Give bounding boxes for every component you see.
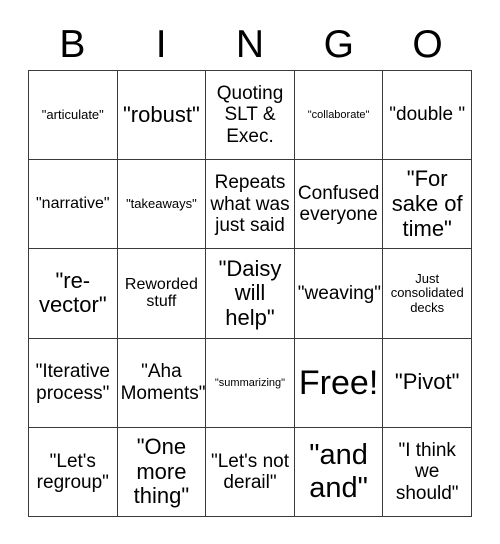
bingo-cell-text: Free!: [298, 363, 379, 402]
bingo-cell-text: Quoting SLT & Exec.: [216, 83, 284, 147]
bingo-cell-text: "Let's regroup": [36, 450, 109, 493]
bingo-cell-text: Confused everyone: [297, 183, 380, 226]
bingo-cell-text: "Let's not derail": [211, 450, 289, 493]
bingo-cell-text: "Aha Moments": [120, 361, 206, 404]
bingo-grid: "articulate" "robust" Quoting SLT & Exec. "…: [28, 70, 472, 517]
bingo-cell-r2c2[interactable]: "takeaways": [117, 160, 207, 250]
bingo-cell-text: Just consolidated decks: [390, 270, 464, 315]
bingo-cell-r4c5[interactable]: "Pivot": [383, 338, 472, 428]
bingo-cell-text: "For sake of time": [391, 166, 463, 241]
bingo-header: B I N G O: [28, 18, 472, 70]
bingo-cell-text: "re-vector": [38, 267, 107, 318]
bingo-cell-r1c5[interactable]: "double ": [383, 71, 472, 161]
bingo-cell-text: "I think we should": [395, 439, 459, 504]
bingo-cell-r4c3[interactable]: "summarizing": [206, 338, 295, 428]
bingo-cell-r3c2[interactable]: Reworded stuff: [117, 249, 207, 339]
bingo-cell-r2c4[interactable]: Confused everyone: [294, 160, 384, 250]
bingo-cell-r1c2[interactable]: "robust": [117, 71, 207, 161]
bingo-header-letter-b: B: [59, 22, 86, 66]
bingo-header-letter-i: I: [155, 22, 167, 66]
bingo-cell-r4c2[interactable]: "Aha Moments": [117, 338, 207, 428]
bingo-cell-r3c5[interactable]: Just consolidated decks: [383, 249, 472, 339]
bingo-cell-r2c5[interactable]: "For sake of time": [383, 160, 472, 250]
bingo-header-letter-n: N: [235, 22, 265, 66]
bingo-cell-r1c1[interactable]: "articulate": [29, 71, 118, 161]
bingo-cell-text: "robust": [123, 101, 200, 127]
bingo-cell-r3c3[interactable]: "Daisy will help": [206, 249, 295, 339]
bingo-cell-r4c4[interactable]: Free!: [294, 338, 384, 428]
bingo-cell-text: "double ": [389, 104, 466, 126]
bingo-cell-r5c1[interactable]: "Let's regroup": [29, 427, 118, 517]
bingo-cell-r1c3[interactable]: Quoting SLT & Exec.: [206, 71, 295, 161]
bingo-header-letter-o: O: [412, 22, 443, 66]
bingo-cell-r5c5[interactable]: "I think we should": [383, 427, 472, 517]
bingo-cell-r5c4[interactable]: "and and": [294, 427, 384, 517]
bingo-cell-text: "Iterative process": [35, 361, 110, 404]
bingo-cell-text: "narrative": [35, 195, 110, 213]
bingo-cell-text: "Pivot": [394, 369, 460, 395]
bingo-cell-r2c3[interactable]: Repeats what was just said: [206, 160, 295, 250]
bingo-cell-r5c3[interactable]: "Let's not derail": [206, 427, 295, 517]
bingo-cell-text: "One more thing": [133, 433, 190, 509]
bingo-cell-text: "summarizing": [214, 376, 286, 389]
bingo-cell-r3c1[interactable]: "re-vector": [29, 249, 118, 339]
bingo-cell-text: "weaving": [297, 282, 381, 304]
bingo-cell-r5c2[interactable]: "One more thing": [117, 427, 207, 517]
bingo-cell-text: "articulate": [41, 106, 104, 122]
bingo-cell-text: Reworded stuff: [124, 275, 198, 311]
bingo-cell-text: "collaborate": [307, 108, 370, 121]
bingo-cell-text: Repeats what was just said: [210, 172, 290, 236]
bingo-header-letter-g: G: [323, 22, 354, 66]
bingo-cell-text: "Daisy will help": [218, 255, 282, 330]
bingo-cell-r4c1[interactable]: "Iterative process": [29, 338, 118, 428]
bingo-cell-r1c4[interactable]: "collaborate": [294, 71, 384, 161]
bingo-card: B I N G O "articulate" "robust" Quoting SL…: [0, 0, 500, 544]
bingo-cell-text: "and and": [309, 439, 368, 504]
bingo-cell-r2c1[interactable]: "narrative": [29, 160, 118, 250]
bingo-cell-r3c4[interactable]: "weaving": [294, 249, 384, 339]
bingo-cell-text: "takeaways": [126, 196, 197, 212]
